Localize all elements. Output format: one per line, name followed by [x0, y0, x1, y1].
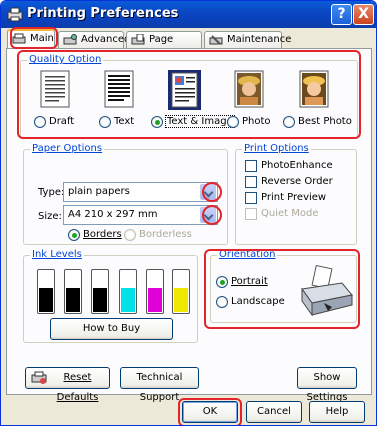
ink-level-fill	[93, 288, 107, 312]
ink-cartridge-6	[172, 269, 190, 314]
paper-size-value: A4 210 x 297 mm	[68, 209, 158, 220]
title-help-button[interactable]: ?	[331, 4, 352, 25]
tab-page-layout[interactable]: Page Layout	[126, 31, 202, 61]
help-button[interactable]: Help	[309, 401, 365, 423]
paper-type-value: plain papers	[68, 186, 130, 197]
best-photo-label[interactable]: Best Photo	[298, 116, 352, 127]
tab-main[interactable]: Main	[7, 29, 55, 50]
portrait-printer-icon	[301, 265, 353, 317]
how-to-buy-button[interactable]: How to Buy	[50, 318, 173, 340]
paper-size-select[interactable]: A4 210 x 297 mm	[63, 205, 218, 225]
photo-label[interactable]: Photo	[242, 116, 271, 127]
landscape-radio[interactable]	[216, 296, 228, 308]
quality-option-label: Quality Option	[27, 54, 104, 65]
text-and-image-page-icon[interactable]	[167, 69, 203, 111]
photo-enhance-label[interactable]: PhotoEnhance	[261, 160, 333, 171]
tab-advanced[interactable]: Advanced	[58, 31, 130, 49]
paper-options-label: Paper Options	[30, 143, 105, 154]
window-title: Printing Preferences	[27, 6, 179, 21]
advanced-tab-icon	[63, 34, 77, 45]
page-layout-tab-icon	[131, 34, 145, 45]
orientation-label: Orientation	[217, 249, 278, 260]
ink-level-fill	[66, 288, 80, 312]
photo-radio[interactable]	[227, 116, 239, 128]
photo-page-icon[interactable]	[232, 69, 268, 111]
draft-radio[interactable]	[34, 116, 46, 128]
reverse-order-label[interactable]: Reverse Order	[261, 176, 333, 187]
chevron-down-icon[interactable]	[200, 207, 216, 223]
borders-label[interactable]: Borders	[83, 229, 122, 240]
text-radio[interactable]	[99, 116, 111, 128]
ink-level-fill	[148, 288, 162, 312]
cancel-button[interactable]: Cancel	[246, 401, 302, 423]
printing-preferences-window: Printing Preferences ? X Main Advanced P…	[0, 0, 377, 426]
photo-enhance-checkbox[interactable]	[245, 160, 257, 172]
borderless-radio	[124, 229, 136, 241]
printer-tab-icon	[12, 33, 26, 44]
ink-level-fill	[121, 288, 135, 312]
portrait-radio[interactable]	[216, 276, 228, 288]
text-and-image-label[interactable]: Text & Image	[165, 115, 235, 128]
portrait-label[interactable]: Portrait	[231, 276, 268, 287]
reset-defaults-icon	[31, 371, 47, 384]
reset-defaults-button[interactable]: Reset Defaults	[25, 367, 110, 403]
chevron-down-icon[interactable]	[200, 184, 216, 200]
ink-cartridge-4	[119, 269, 137, 314]
ok-button[interactable]: OK	[182, 401, 238, 423]
title-close-button[interactable]: X	[353, 4, 374, 25]
best-photo-page-icon[interactable]	[297, 69, 333, 111]
technical-support-button[interactable]: Technical Support	[120, 367, 199, 403]
draft-label[interactable]: Draft	[49, 116, 74, 127]
landscape-label[interactable]: Landscape	[231, 296, 285, 307]
reverse-order-checkbox[interactable]	[245, 176, 257, 188]
borders-radio[interactable]	[68, 229, 80, 241]
text-page-icon[interactable]	[102, 69, 138, 111]
title-bar[interactable]: Printing Preferences ? X	[1, 1, 376, 28]
text-and-image-radio[interactable]	[151, 116, 163, 128]
paper-type-label: Type:	[38, 187, 65, 198]
ink-cartridge-1	[37, 269, 55, 314]
ink-cartridge-3	[91, 269, 109, 314]
show-settings-button[interactable]: Show Settings	[297, 367, 357, 403]
paper-type-select[interactable]: plain papers	[63, 182, 218, 202]
ink-level-fill	[174, 288, 188, 312]
borderless-label: Borderless	[139, 229, 192, 240]
tab-maintenance-label: Maintenance	[227, 34, 292, 45]
tab-main-label: Main	[30, 33, 54, 44]
maintenance-tab-icon	[209, 35, 223, 45]
printer-app-icon	[7, 7, 23, 22]
ink-cartridge-5	[146, 269, 164, 314]
tab-advanced-label: Advanced	[81, 34, 131, 45]
draft-page-icon[interactable]	[38, 69, 74, 111]
print-preview-checkbox[interactable]	[245, 192, 257, 204]
ink-levels-label: Ink Levels	[30, 249, 84, 260]
print-options-label: Print Options	[242, 143, 311, 154]
paper-size-label: Size:	[38, 211, 62, 222]
ink-cartridge-2	[64, 269, 82, 314]
reset-defaults-label: Reset Defaults	[56, 372, 99, 403]
best-photo-radio[interactable]	[283, 116, 295, 128]
ink-level-fill	[39, 288, 53, 312]
quiet-mode-checkbox	[245, 208, 257, 220]
print-preview-label[interactable]: Print Preview	[261, 192, 326, 203]
quiet-mode-label: Quiet Mode	[261, 208, 319, 219]
tab-maintenance[interactable]: Maintenance	[204, 31, 291, 49]
text-label[interactable]: Text	[114, 116, 134, 127]
